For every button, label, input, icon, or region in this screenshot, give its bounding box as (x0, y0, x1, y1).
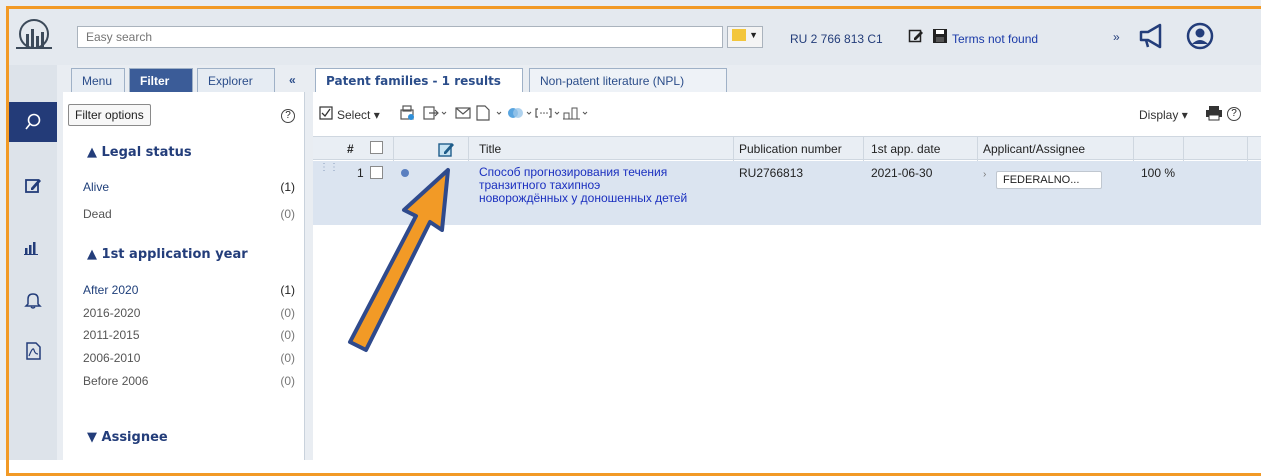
section-legal-status[interactable]: ▲ Legal status (87, 145, 192, 160)
tab-patent-families[interactable]: Patent families - 1 results (315, 68, 523, 92)
edit-icon[interactable] (908, 28, 924, 47)
column-divider (1247, 137, 1248, 161)
annotation-arrow-icon (348, 168, 450, 352)
select-menu[interactable]: Select ▾ (337, 108, 380, 122)
expand-more-icon[interactable]: » (1113, 30, 1120, 44)
col-title[interactable]: Title (479, 142, 501, 156)
col-app-date[interactable]: 1st app. date (871, 142, 940, 156)
row-publication-number: RU2766813 (739, 166, 804, 180)
col-publication-number[interactable]: Publication number (739, 142, 842, 156)
help-icon[interactable]: ? (281, 109, 295, 123)
bell-icon (24, 293, 42, 309)
filter-row-count: (1) (280, 180, 295, 194)
column-divider (863, 137, 864, 161)
filter-row-label: 2006-2010 (83, 351, 141, 365)
expand-assignee-icon[interactable]: › (983, 169, 986, 180)
merge-icon[interactable] (507, 105, 535, 124)
terms-status-link[interactable]: Terms not found (952, 32, 1038, 46)
filter-row-label: Dead (83, 207, 112, 221)
row-app-date: 2021-06-30 (871, 166, 933, 180)
highlight-color-button[interactable]: ▼ (727, 26, 763, 48)
tab-filter[interactable]: Filter (129, 68, 193, 92)
pdf-export-icon[interactable] (475, 105, 503, 124)
email-icon[interactable] (455, 105, 471, 124)
filter-row-count: (0) (280, 351, 295, 365)
print-icon[interactable] (1205, 105, 1223, 124)
filter-row-count: (0) (280, 328, 295, 342)
column-divider (977, 137, 978, 161)
user-account-icon[interactable] (1186, 22, 1214, 53)
results-toolbar: Select ▾ Display ▾ ? (313, 92, 1261, 136)
help-icon[interactable]: ? (1227, 107, 1241, 121)
filter-row-count: (0) (280, 306, 295, 320)
easy-search-input[interactable] (77, 26, 723, 48)
select-checkbox-icon[interactable] (319, 106, 333, 123)
col-index: # (347, 142, 354, 156)
column-divider (1133, 137, 1134, 161)
row-relevance: 100 % (1141, 166, 1176, 180)
column-divider (468, 137, 469, 161)
filter-row-label: Before 2006 (83, 374, 149, 388)
column-divider (393, 137, 394, 161)
highlighter-icon (732, 29, 746, 42)
column-divider (733, 137, 734, 161)
collapse-panel-button[interactable]: « (279, 68, 307, 92)
filter-row-count: (0) (280, 374, 295, 388)
filter-row-label: Alive (83, 180, 110, 194)
filter-options-button[interactable]: Filter options (68, 104, 151, 126)
select-label: Select (337, 108, 371, 122)
rail-annotate[interactable] (9, 165, 57, 205)
section-assignee[interactable]: ▼ Assignee (87, 430, 168, 445)
column-divider (1183, 137, 1184, 161)
filter-row-label: 2016-2020 (83, 306, 141, 320)
search-icon (25, 113, 41, 130)
results-table-header: # Title Publication number 1st app. date… (313, 136, 1261, 161)
left-nav-rail (9, 65, 57, 460)
filter-row-count: (1) (280, 283, 295, 297)
filter-row-label: After 2020 (83, 283, 139, 297)
title-line: новорождённых у доношенных детей (479, 191, 688, 205)
app-window: ▼ RU 2 766 813 C1 Terms not found » Menu (0, 0, 1261, 476)
header-checkbox[interactable] (370, 141, 383, 157)
filter-row-count: (0) (280, 207, 295, 221)
add-to-folder-icon[interactable] (399, 105, 415, 124)
app-logo-icon[interactable] (14, 16, 54, 56)
expand-fields-icon[interactable] (535, 105, 563, 124)
display-label: Display (1139, 108, 1179, 122)
publication-reference: RU 2 766 813 C1 (790, 32, 883, 46)
tab-npl[interactable]: Non-patent literature (NPL) (529, 68, 727, 92)
pdf-icon (26, 342, 41, 360)
rail-alerts[interactable] (9, 280, 57, 320)
tab-menu[interactable]: Menu (71, 68, 125, 92)
filter-row-label: 2011-2015 (83, 328, 140, 342)
rail-pdf[interactable] (9, 331, 57, 371)
rail-search[interactable] (9, 102, 57, 142)
family-tree-icon[interactable] (563, 105, 591, 124)
chevron-down-icon: ▼ (749, 30, 758, 40)
display-menu[interactable]: Display ▾ (1139, 108, 1188, 122)
annotate-icon (25, 179, 41, 193)
rail-analytics[interactable] (9, 227, 57, 267)
assignee-chip[interactable]: FEDERALNO... (996, 171, 1102, 189)
filter-panel: Filter options ? ▲ Legal status Alive (1… (63, 92, 305, 460)
megaphone-icon[interactable] (1138, 22, 1166, 53)
section-application-year[interactable]: ▲ 1st application year (87, 247, 248, 262)
save-icon[interactable] (932, 28, 948, 47)
col-assignee[interactable]: Applicant/Assignee (983, 142, 1085, 156)
annotation-column-icon[interactable] (437, 140, 455, 161)
tab-explorer[interactable]: Explorer (197, 68, 275, 92)
export-icon[interactable] (423, 105, 447, 124)
row-title-link[interactable]: Способ прогнозирования течения транзитно… (479, 166, 734, 205)
bar-chart-icon (24, 242, 38, 255)
